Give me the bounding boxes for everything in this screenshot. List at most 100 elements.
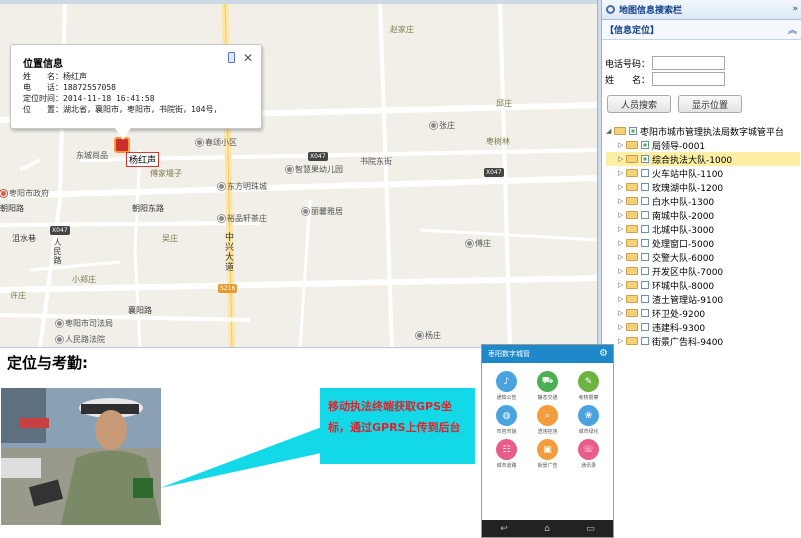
expand-arrow-icon[interactable]: ◢ [606, 127, 614, 135]
expand-arrow-icon[interactable]: ▷ [618, 309, 626, 317]
show-location-button[interactable]: 显示位置 [678, 95, 742, 113]
tree-node[interactable]: ▷ 火车站中队-1100 [606, 166, 800, 180]
android-nav-bar: ↩ ⌂ ▭ [482, 520, 613, 537]
tree-node-label: 枣阳市城市管理执法局数字城管平台 [640, 127, 785, 138]
app-tile[interactable]: ✎ 考核督察 [568, 371, 609, 401]
name-input[interactable] [652, 72, 725, 86]
app-icon: ❀ [578, 405, 599, 426]
poi-dot-icon [302, 208, 309, 215]
officer-image [1, 388, 161, 525]
expand-arrow-icon[interactable]: ▷ [618, 169, 626, 177]
tree-node[interactable]: ▷ 玫瑰湖中队-1200 [606, 180, 800, 194]
app-tile[interactable]: ☷ 城市道路 [486, 439, 527, 469]
app-tile[interactable]: ◍ 市容市貌 [486, 405, 527, 435]
expand-arrow-icon[interactable]: ▷ [618, 295, 626, 303]
section-header[interactable]: 【信息定位】 ︽ [602, 20, 801, 40]
app-tile[interactable]: ▣ 街景广告 [527, 439, 568, 469]
tree-checkbox[interactable] [641, 141, 649, 149]
person-search-button[interactable]: 人员搜索 [607, 95, 671, 113]
poi-label: 傅家堰子 [150, 169, 182, 178]
folder-icon [626, 267, 638, 275]
tree-checkbox[interactable] [641, 309, 649, 317]
folder-icon [614, 127, 626, 135]
app-tile[interactable]: ☏ 通讯录 [568, 439, 609, 469]
folder-icon [626, 281, 638, 289]
section-headline: 定位与考勤: [7, 354, 88, 372]
poi-dot-icon [430, 122, 437, 129]
row-value: 2014-11-18 16:41:58 [63, 94, 155, 103]
tree-node[interactable]: ▷ 交警大队-6000 [606, 250, 800, 264]
back-icon[interactable]: ↩ [500, 524, 508, 534]
chevron-up-icon[interactable]: ︽ [788, 23, 797, 36]
expand-arrow-icon[interactable]: ▷ [618, 225, 626, 233]
app-label: 城市绿化 [578, 429, 599, 435]
expand-arrow-icon[interactable]: ▷ [618, 197, 626, 205]
tree-checkbox[interactable] [641, 197, 649, 205]
recent-apps-icon[interactable]: ▭ [586, 524, 595, 534]
tree-checkbox[interactable] [641, 253, 649, 261]
tree-node[interactable]: ▷ 北城中队-3000 [606, 222, 800, 236]
expand-arrow-icon[interactable]: ▷ [618, 267, 626, 275]
tree-node-label: 环城中队-8000 [652, 281, 715, 292]
gear-icon[interactable]: ⚙ [599, 348, 608, 359]
app-tile[interactable]: ⌕ 渣违控违 [527, 405, 568, 435]
phone-input[interactable] [652, 56, 725, 70]
tree-checkbox[interactable] [641, 267, 649, 275]
tree-node-label: 交警大队-6000 [652, 253, 715, 264]
tree-checkbox[interactable] [641, 211, 649, 219]
expand-arrow-icon[interactable]: ▷ [618, 183, 626, 191]
poi-dot-icon [286, 166, 293, 173]
mobile-phone-icon[interactable] [228, 52, 235, 63]
tree-node[interactable]: ▷ 综合执法大队-1000 [606, 152, 800, 166]
app-tile[interactable]: ♪ 通知公告 [486, 371, 527, 401]
expand-arrow-icon[interactable]: ▷ [618, 211, 626, 219]
marker-label[interactable]: 杨红声 [126, 152, 160, 167]
collapse-icon[interactable]: » [792, 4, 798, 14]
tree-node[interactable]: ▷ 渣土管理站-9100 [606, 292, 800, 306]
expand-arrow-icon[interactable]: ▷ [618, 281, 626, 289]
map-poi: 傅庄 [466, 238, 491, 249]
app-tile[interactable]: ❀ 城市绿化 [568, 405, 609, 435]
tree-node[interactable]: ▷ 街景广告科-9400 [606, 334, 800, 348]
tree-checkbox[interactable] [641, 337, 649, 345]
tree-checkbox[interactable] [629, 127, 637, 135]
expand-arrow-icon[interactable]: ▷ [618, 323, 626, 331]
government-icon [0, 190, 7, 197]
tree-node[interactable]: ▷ 环卫处-9200 [606, 306, 800, 320]
tree-node[interactable]: ▷ 白水中队-1300 [606, 194, 800, 208]
tree-node[interactable]: ▷ 局领导-0001 [606, 138, 800, 152]
app-title: 枣阳数字城管 [488, 350, 530, 358]
poi-label: 人民路 [53, 238, 62, 265]
tree-checkbox[interactable] [641, 239, 649, 247]
tree-checkbox[interactable] [641, 323, 649, 331]
expand-arrow-icon[interactable]: ▷ [618, 141, 626, 149]
tree-checkbox[interactable] [641, 281, 649, 289]
tree-node[interactable]: ▷ 违建科-9300 [606, 320, 800, 334]
map-poi: 书院东街 [360, 156, 392, 167]
map-poi: 枣树林 [486, 136, 510, 147]
folder-icon [626, 295, 638, 303]
tree-node[interactable]: ◢ 枣阳市城市管理执法局数字城管平台 [606, 124, 800, 138]
poi-label: 襄阳路 [128, 306, 152, 315]
tree-checkbox[interactable] [641, 225, 649, 233]
map-view[interactable]: 赵家庄 邱庄 张庄 枣树林 东城尚品 春颂小区 书院东街 傅家堰子 智慧果幼儿园… [0, 0, 600, 348]
tree-node[interactable]: ▷ 处理窗口-5000 [606, 236, 800, 250]
tree-node-label: 南城中队-2000 [652, 211, 715, 222]
tree-node[interactable]: ▷ 南城中队-2000 [606, 208, 800, 222]
map-poi: 裕品轩茶庄 [218, 213, 267, 224]
row-value: 湖北省，襄阳市，枣阳市，书院街，104号， [63, 105, 222, 114]
tree-node[interactable]: ▷ 开发区中队-7000 [606, 264, 800, 278]
expand-arrow-icon[interactable]: ▷ [618, 155, 626, 163]
tree-checkbox[interactable] [641, 169, 649, 177]
expand-arrow-icon[interactable]: ▷ [618, 337, 626, 345]
tree-checkbox[interactable] [641, 155, 649, 163]
home-icon[interactable]: ⌂ [544, 524, 550, 534]
tree-checkbox[interactable] [641, 183, 649, 191]
app-tile[interactable]: ⛟ 静态交通 [527, 371, 568, 401]
expand-arrow-icon[interactable]: ▷ [618, 239, 626, 247]
tree-checkbox[interactable] [641, 295, 649, 303]
close-icon[interactable]: ✕ [243, 51, 253, 65]
tree-node[interactable]: ▷ 环城中队-8000 [606, 278, 800, 292]
expand-arrow-icon[interactable]: ▷ [618, 253, 626, 261]
map-road-label: 朝阳路 [0, 203, 24, 214]
